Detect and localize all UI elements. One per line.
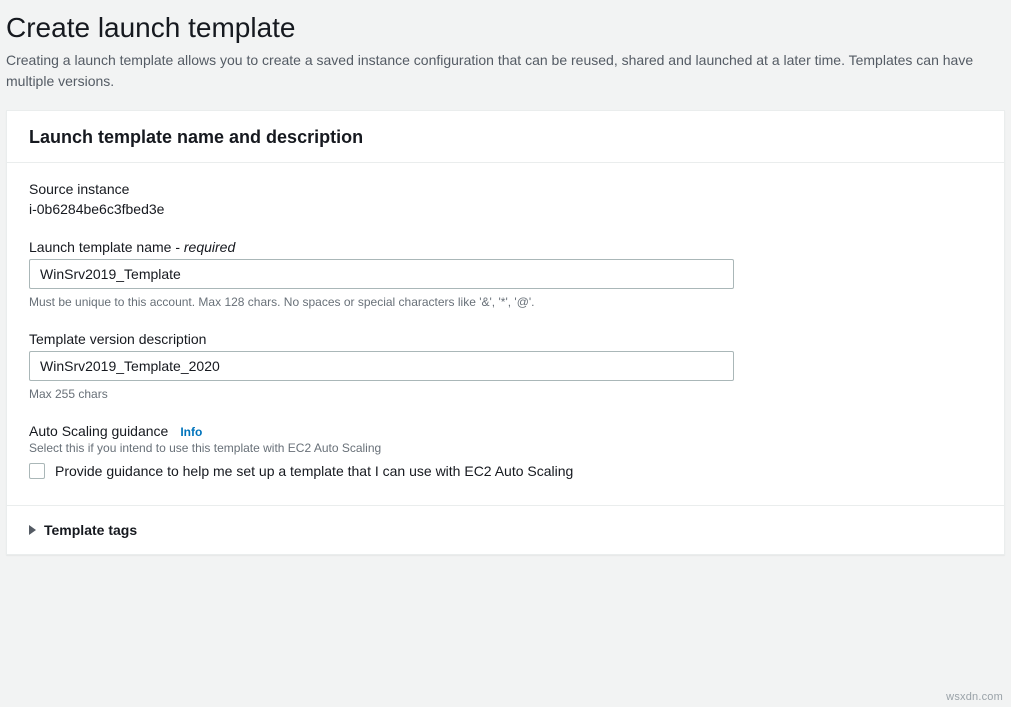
info-link[interactable]: Info bbox=[180, 425, 202, 439]
template-tags-label: Template tags bbox=[44, 522, 137, 538]
template-desc-label: Template version description bbox=[29, 331, 982, 347]
template-name-hint: Must be unique to this account. Max 128 … bbox=[29, 295, 982, 309]
template-desc-block: Template version description Max 255 cha… bbox=[29, 331, 982, 401]
auto-scaling-checkbox[interactable] bbox=[29, 463, 45, 479]
auto-scaling-block: Auto Scaling guidance Info Select this i… bbox=[29, 423, 982, 479]
launch-template-panel: Launch template name and description Sou… bbox=[6, 110, 1005, 555]
caret-right-icon bbox=[29, 525, 36, 535]
page-title: Create launch template bbox=[6, 12, 1005, 44]
template-name-label: Launch template name - required bbox=[29, 239, 982, 255]
panel-header: Launch template name and description bbox=[7, 111, 1004, 162]
template-name-input[interactable] bbox=[29, 259, 734, 289]
template-name-required: required bbox=[184, 239, 235, 255]
source-instance-block: Source instance i-0b6284be6c3fbed3e bbox=[29, 181, 982, 217]
panel-title: Launch template name and description bbox=[29, 127, 982, 148]
template-tags-expander[interactable]: Template tags bbox=[7, 505, 1004, 554]
auto-scaling-hint: Select this if you intend to use this te… bbox=[29, 441, 982, 455]
auto-scaling-checkbox-label: Provide guidance to help me set up a tem… bbox=[55, 463, 573, 479]
template-name-label-text: Launch template name - bbox=[29, 239, 184, 255]
template-name-block: Launch template name - required Must be … bbox=[29, 239, 982, 309]
source-instance-value: i-0b6284be6c3fbed3e bbox=[29, 201, 982, 217]
template-desc-input[interactable] bbox=[29, 351, 734, 381]
template-desc-hint: Max 255 chars bbox=[29, 387, 982, 401]
watermark: wsxdn.com bbox=[946, 691, 1003, 703]
auto-scaling-label: Auto Scaling guidance bbox=[29, 423, 168, 439]
page-description: Creating a launch template allows you to… bbox=[6, 50, 996, 92]
source-instance-label: Source instance bbox=[29, 181, 982, 197]
